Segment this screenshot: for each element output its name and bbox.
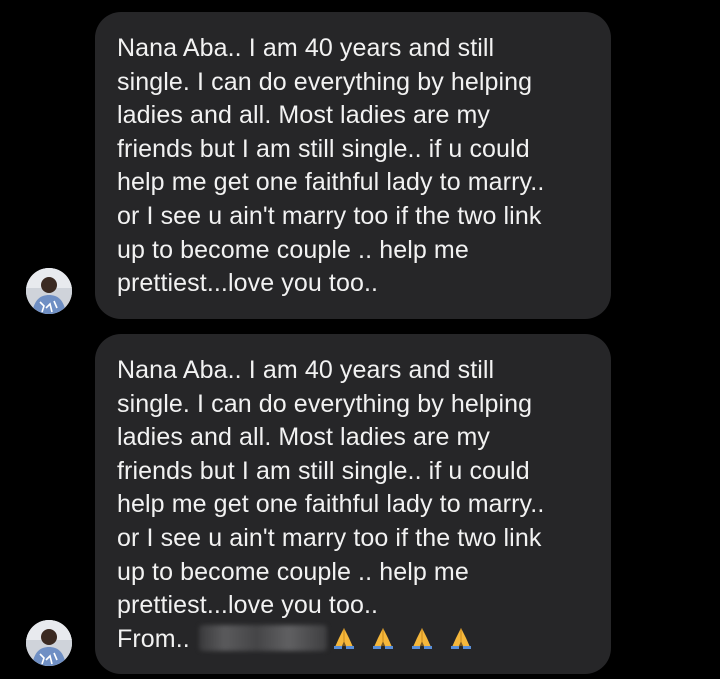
emoji-group [331, 623, 478, 657]
message-line: up to become couple .. help me [117, 557, 469, 586]
folded-hands-icon [411, 627, 432, 649]
message-line: help me get one faithful lady to marry.. [117, 490, 545, 519]
profile-photo-icon [26, 268, 72, 314]
folded-hands-icon [450, 627, 471, 649]
message-line: single. I can do everything by helping [117, 389, 533, 418]
message-line: friends but I am still single.. if u cou… [117, 456, 530, 485]
folded-hands-icon [333, 627, 354, 649]
message-line: friends but I am still single.. if u cou… [117, 134, 530, 163]
message-line: Nana Aba.. I am 40 years and still [117, 34, 495, 62]
folded-hands-icon [372, 627, 393, 649]
message-line: ladies and all. Most ladies are my [117, 101, 491, 130]
message-line: help me get one faithful lady to marry.. [117, 168, 545, 197]
sender-avatar[interactable] [26, 620, 72, 666]
profile-photo-icon [26, 620, 72, 666]
message-bubble-1[interactable]: Nana Aba.. I am 40 years and still singl… [95, 12, 611, 319]
message-bubble-2[interactable]: Nana Aba.. I am 40 years and still singl… [95, 334, 611, 675]
message-line: Nana Aba.. I am 40 years and still [117, 356, 495, 384]
from-label: From.. [117, 624, 197, 653]
message-line: ladies and all. Most ladies are my [117, 423, 491, 452]
message-line: prettiest...love you too.. [117, 269, 379, 298]
redacted-sender-name [198, 624, 327, 651]
message-line: single. I can do everything by helping [117, 67, 533, 96]
message-line: or I see u ain't marry too if the two li… [117, 523, 542, 552]
sender-avatar[interactable] [26, 268, 72, 314]
message-line: up to become couple .. help me [117, 235, 469, 264]
message-line: prettiest...love you too.. [117, 591, 379, 620]
message-line: or I see u ain't marry too if the two li… [117, 201, 542, 230]
signature-line: From.. [117, 623, 589, 657]
